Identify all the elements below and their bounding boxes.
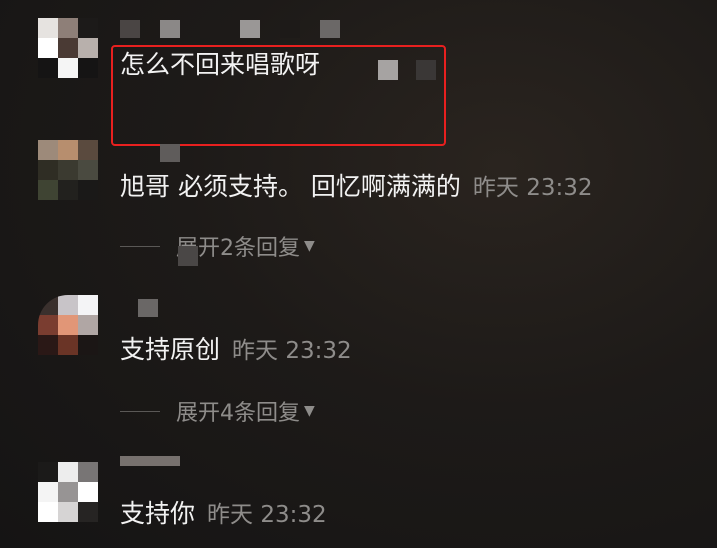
comment-item: 旭哥 必须支持。 回忆啊满满的 昨天 23:32 展开2条回复 ▼: [0, 140, 717, 290]
avatar[interactable]: [38, 295, 98, 355]
divider: [120, 245, 160, 247]
avatar[interactable]: [38, 462, 98, 522]
avatar[interactable]: [38, 140, 98, 200]
username-mosaic[interactable]: [138, 299, 158, 317]
comment-item: 支持你 昨天 23:32: [0, 456, 717, 548]
mosaic-block: [178, 246, 198, 266]
username-mosaic[interactable]: [160, 144, 180, 162]
triangle-down-icon: ▼: [304, 403, 315, 419]
divider: [120, 410, 160, 412]
comment-item: 怎么不回来唱歌呀: [0, 0, 717, 150]
expand-replies-label: 展开4条回复: [176, 401, 300, 426]
comment-item: 支持原创 昨天 23:32 展开4条回复 ▼: [0, 295, 717, 445]
expand-replies[interactable]: 展开2条回复 ▼: [120, 230, 315, 262]
comment-time: 昨天 23:32: [207, 502, 327, 528]
comment-text: 支持你 昨天 23:32: [120, 499, 327, 530]
comment-body: 支持原创: [120, 335, 221, 364]
comment-time: 昨天 23:32: [232, 338, 352, 364]
comment-time: 昨天 23:32: [472, 175, 593, 201]
username-mosaic[interactable]: [120, 456, 180, 466]
avatar[interactable]: [38, 18, 98, 78]
comment-body: 旭哥 必须支持。 回忆啊满满的: [120, 172, 461, 201]
comment-text: 支持原创 昨天 23:32: [120, 335, 352, 366]
username-mosaic[interactable]: [120, 20, 340, 38]
triangle-down-icon: ▼: [304, 238, 315, 254]
comment-text: 旭哥 必须支持。 回忆啊满满的 昨天 23:32: [120, 172, 593, 203]
comment-body: 支持你: [120, 499, 196, 528]
expand-replies[interactable]: 展开4条回复 ▼: [120, 395, 315, 427]
highlight-box: [111, 45, 446, 146]
